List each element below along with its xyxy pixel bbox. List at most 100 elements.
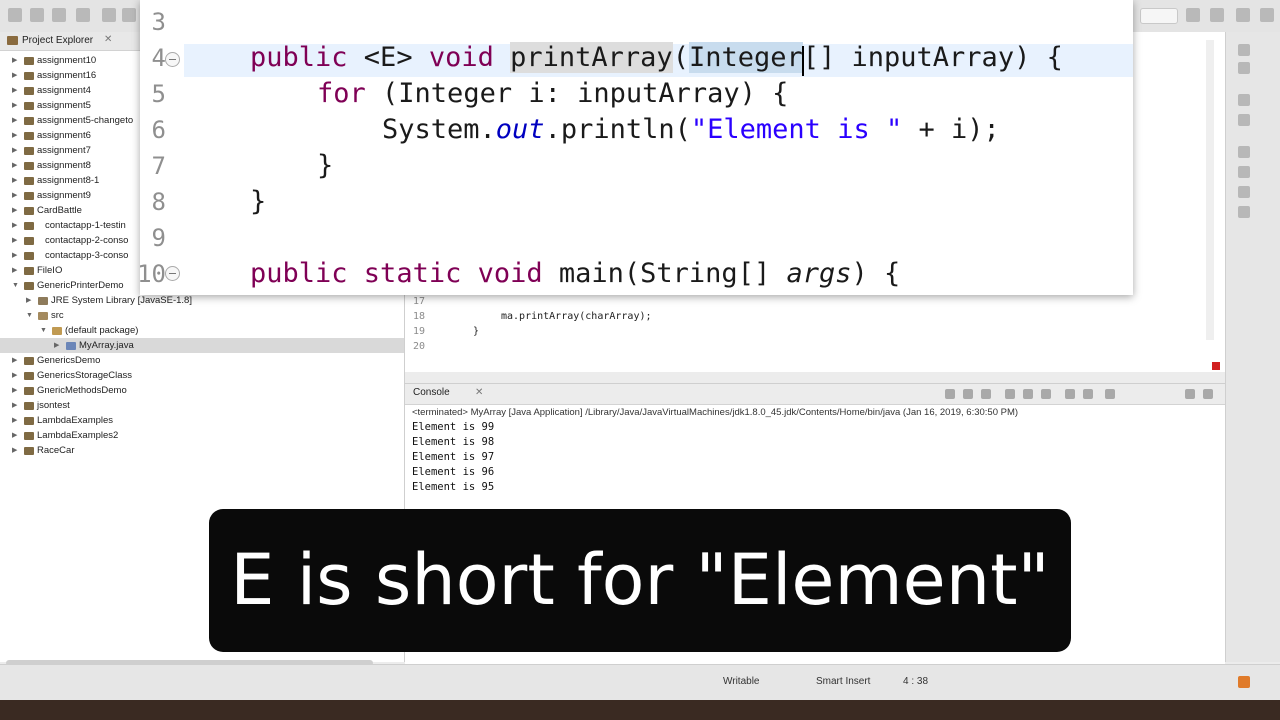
tab-console[interactable]: Console bbox=[413, 387, 450, 398]
line-number: 18 bbox=[413, 311, 426, 322]
editor-vertical-scrollbar[interactable] bbox=[1206, 40, 1214, 340]
tree-item-project[interactable]: ▶ GenericsDemo bbox=[0, 353, 404, 368]
tree-item-project[interactable]: ▶ jsontest bbox=[0, 398, 404, 413]
static-field: out bbox=[495, 114, 545, 145]
save-icon[interactable] bbox=[30, 8, 44, 22]
expand-arrow-icon[interactable]: ▶ bbox=[12, 368, 17, 383]
package-view-icon[interactable] bbox=[1238, 114, 1250, 126]
expand-arrow-icon[interactable]: ▶ bbox=[12, 398, 17, 413]
git-perspective-icon[interactable] bbox=[1260, 8, 1274, 22]
expand-arrow-icon[interactable]: ▶ bbox=[12, 248, 17, 263]
expand-arrow-icon[interactable]: ▶ bbox=[12, 158, 17, 173]
remove-launch-icon[interactable] bbox=[963, 389, 973, 399]
expand-arrow-icon[interactable]: ▶ bbox=[12, 188, 17, 203]
expand-arrow-icon[interactable]: ▶ bbox=[12, 218, 17, 233]
tree-item-package[interactable]: ▼ (default package) bbox=[0, 323, 404, 338]
dock-strip bbox=[0, 700, 1280, 720]
display-console-icon[interactable] bbox=[1083, 389, 1093, 399]
error-marker-icon[interactable] bbox=[1212, 362, 1220, 370]
line-number: 5 bbox=[151, 80, 166, 108]
zoomed-code-view: 3 4 5 6 7 8 9 10 public <E> void printAr… bbox=[140, 0, 1133, 295]
tree-item-label: assignment5-changeto bbox=[37, 115, 134, 126]
run-icon[interactable] bbox=[102, 8, 116, 22]
console-output-line: Element is 97 bbox=[412, 451, 495, 463]
hierarchy-icon[interactable] bbox=[1238, 94, 1250, 106]
tree-item-file-selected[interactable]: ▶ MyArray.java bbox=[0, 338, 404, 353]
expand-arrow-icon[interactable]: ▶ bbox=[12, 233, 17, 248]
expand-arrow-icon[interactable]: ▶ bbox=[12, 143, 17, 158]
new-icon[interactable] bbox=[8, 8, 22, 22]
expand-arrow-icon[interactable]: ▶ bbox=[12, 98, 17, 113]
close-icon[interactable]: ✕ bbox=[104, 34, 112, 45]
expand-arrow-icon[interactable]: ▶ bbox=[12, 128, 17, 143]
project-folder-icon bbox=[24, 162, 34, 170]
tree-item-src[interactable]: ▼ src bbox=[0, 308, 404, 323]
expand-arrow-icon[interactable]: ▶ bbox=[12, 413, 17, 428]
project-folder-icon bbox=[24, 207, 34, 215]
project-explorer-title: Project Explorer bbox=[22, 35, 94, 46]
expand-arrow-icon[interactable]: ▶ bbox=[12, 428, 17, 443]
expand-arrow-icon[interactable]: ▶ bbox=[12, 443, 17, 458]
expand-arrow-icon[interactable]: ▶ bbox=[12, 53, 17, 68]
stop-icon[interactable] bbox=[945, 389, 955, 399]
line-number: 19 bbox=[413, 326, 426, 337]
search-view-icon[interactable] bbox=[1238, 186, 1250, 198]
expand-arrow-icon[interactable]: ▶ bbox=[12, 113, 17, 128]
expand-arrow-icon[interactable]: ▶ bbox=[12, 263, 17, 278]
word-wrap-icon[interactable] bbox=[1041, 389, 1051, 399]
quick-access-field[interactable] bbox=[1140, 8, 1178, 24]
tree-item-project[interactable]: ▶ GenericsStorageClass bbox=[0, 368, 404, 383]
progress-icon[interactable] bbox=[1238, 206, 1250, 218]
java-perspective-icon[interactable] bbox=[1210, 8, 1224, 22]
collapse-arrow-icon[interactable]: ▼ bbox=[40, 323, 47, 338]
tree-item-label: jsontest bbox=[37, 400, 70, 411]
code-text: [] inputArray) { bbox=[802, 42, 1063, 73]
expand-arrow-icon[interactable]: ▶ bbox=[12, 68, 17, 83]
expand-arrow-icon[interactable]: ▶ bbox=[12, 203, 17, 218]
expand-arrow-icon[interactable]: ▶ bbox=[26, 293, 31, 308]
scroll-lock-icon[interactable] bbox=[1023, 389, 1033, 399]
expand-arrow-icon[interactable]: ▶ bbox=[12, 83, 17, 98]
expand-arrow-icon[interactable]: ▶ bbox=[12, 383, 17, 398]
project-folder-icon bbox=[24, 117, 34, 125]
project-folder-icon bbox=[24, 252, 34, 260]
code-line-10: public static void main(String[] args) { bbox=[250, 258, 900, 289]
tree-item-label: assignment7 bbox=[37, 145, 91, 156]
expand-arrow-icon[interactable]: ▶ bbox=[12, 173, 17, 188]
line-number: 10 bbox=[140, 260, 166, 288]
remove-all-icon[interactable] bbox=[981, 389, 991, 399]
declaration-icon[interactable] bbox=[1238, 146, 1250, 158]
open-perspective-icon[interactable] bbox=[1186, 8, 1200, 22]
minimize-icon[interactable] bbox=[1185, 389, 1195, 399]
javadoc-icon[interactable] bbox=[1238, 166, 1250, 178]
debug-perspective-icon[interactable] bbox=[1236, 8, 1250, 22]
close-icon[interactable]: ✕ bbox=[475, 387, 483, 398]
expand-arrow-icon[interactable]: ▶ bbox=[54, 338, 59, 353]
project-folder-icon bbox=[24, 222, 34, 230]
tree-item-label: JRE System Library [JavaSE-1.8] bbox=[51, 295, 192, 306]
code-line-8: } bbox=[250, 186, 267, 217]
tree-item-project[interactable]: ▶ LambdaExamples bbox=[0, 413, 404, 428]
tree-item-library[interactable]: ▶ JRE System Library [JavaSE-1.8] bbox=[0, 293, 404, 308]
project-folder-icon bbox=[24, 447, 34, 455]
run-menu-icon[interactable] bbox=[122, 8, 136, 22]
tree-item-project[interactable]: ▶ RaceCar bbox=[0, 443, 404, 458]
fold-collapse-icon[interactable] bbox=[165, 266, 180, 281]
pin-console-icon[interactable] bbox=[1065, 389, 1075, 399]
tree-item-project[interactable]: ▶ LambdaExamples2 bbox=[0, 428, 404, 443]
debug-icon[interactable] bbox=[76, 8, 90, 22]
print-icon[interactable] bbox=[52, 8, 66, 22]
clear-console-icon[interactable] bbox=[1005, 389, 1015, 399]
outline-icon[interactable] bbox=[1238, 44, 1250, 56]
task-list-icon[interactable] bbox=[1238, 62, 1250, 74]
collapse-arrow-icon[interactable]: ▼ bbox=[26, 308, 33, 323]
open-console-icon[interactable] bbox=[1105, 389, 1115, 399]
project-folder-icon bbox=[24, 372, 34, 380]
maximize-icon[interactable] bbox=[1203, 389, 1213, 399]
tree-item-project[interactable]: ▶ GnericMethodsDemo bbox=[0, 383, 404, 398]
expand-arrow-icon[interactable]: ▶ bbox=[12, 353, 17, 368]
project-folder-icon bbox=[24, 282, 34, 290]
notification-icon[interactable] bbox=[1238, 676, 1250, 688]
collapse-arrow-icon[interactable]: ▼ bbox=[12, 278, 19, 293]
fold-collapse-icon[interactable] bbox=[165, 52, 180, 67]
